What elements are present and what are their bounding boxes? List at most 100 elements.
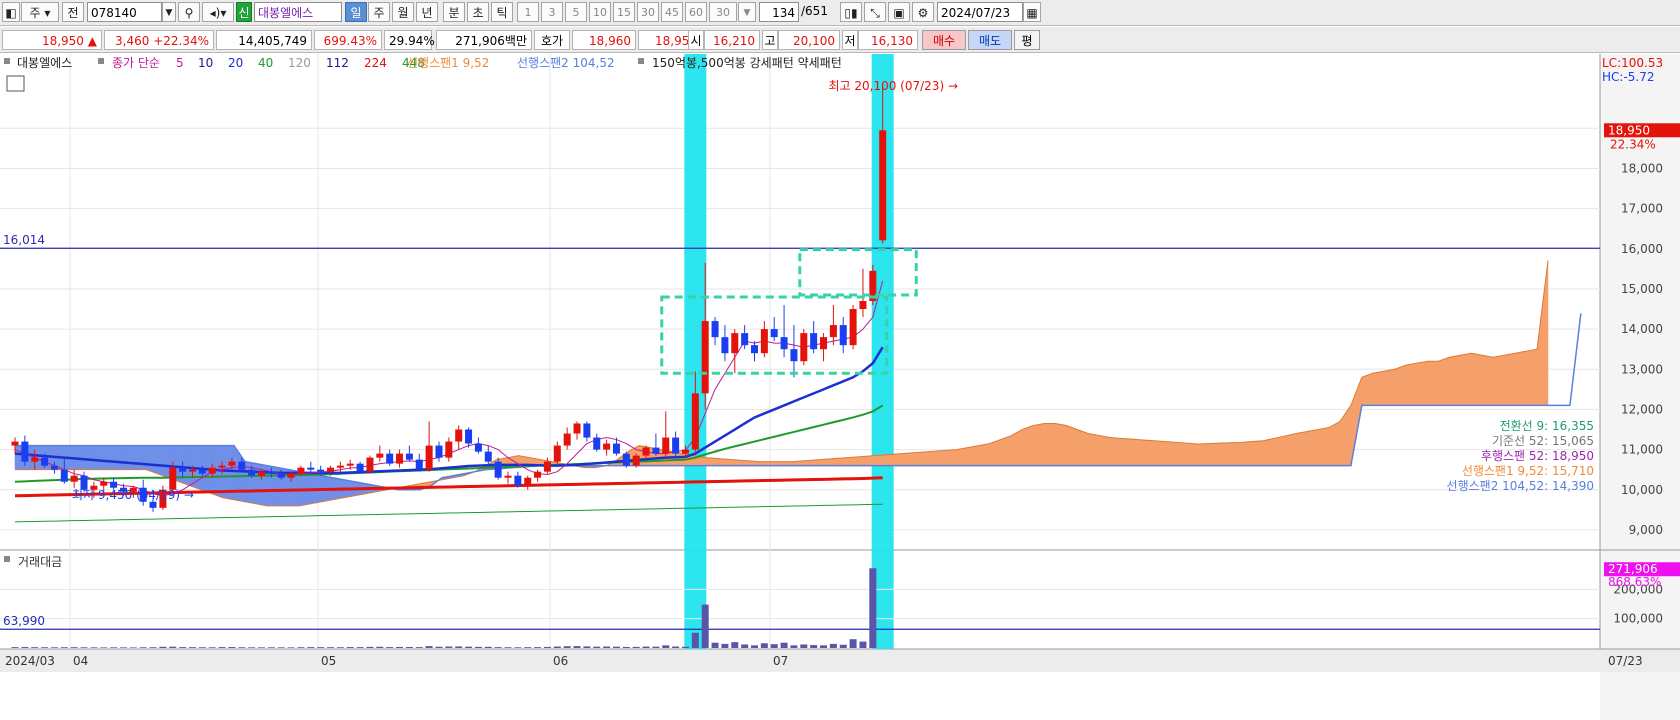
candle-body — [662, 437, 670, 454]
sell-button[interactable]: 매도 — [968, 30, 1012, 50]
volume-tick-label: 100,000 — [1613, 612, 1663, 626]
candle-body — [622, 453, 630, 466]
legend-bullet-icon — [4, 556, 10, 562]
candle-body — [287, 473, 295, 478]
period-day[interactable]: 일 — [345, 2, 367, 22]
interval-45[interactable]: 45 — [661, 2, 683, 22]
volume-bar — [652, 646, 660, 648]
save-icon[interactable]: ▣ — [888, 2, 910, 22]
cloud-segment — [1284, 433, 1297, 466]
code-dropdown-icon[interactable]: ▼ — [162, 2, 176, 22]
volume-bar — [297, 647, 305, 648]
candle-body — [327, 467, 335, 472]
interval-60[interactable]: 60 — [685, 2, 707, 22]
period-month[interactable]: 월 — [392, 2, 414, 22]
interval-input[interactable]: 30 — [709, 2, 737, 22]
panel-toggle-icon[interactable]: ◧ — [2, 2, 20, 22]
interval-5[interactable]: 5 — [565, 2, 587, 22]
volume-bar — [800, 644, 808, 648]
volume-bar — [553, 646, 561, 648]
period-minute[interactable]: 분 — [443, 2, 465, 22]
chart-canvas[interactable]: 9,000 10,000 11,000 12,000 13,000 14,000 15,00… — [0, 54, 1680, 720]
gear-icon[interactable]: ⚙ — [912, 2, 934, 22]
candle-body — [543, 461, 551, 472]
interval-10[interactable]: 10 — [589, 2, 611, 22]
buy-button[interactable]: 매수 — [922, 30, 966, 50]
cloud-segment — [1098, 435, 1111, 466]
x-tick-label: 2024/03 — [5, 654, 55, 668]
volume-bar — [573, 646, 581, 648]
ask-price: 18,960 — [572, 30, 636, 50]
date-input[interactable]: 2024/07/23 — [937, 2, 1023, 22]
candle-body — [179, 467, 187, 472]
stock-name-field[interactable]: 대봉엘에스 — [254, 2, 342, 22]
interval-15[interactable]: 15 — [613, 2, 635, 22]
volume-bar — [455, 646, 463, 648]
hoga-label: 호가 — [534, 30, 570, 50]
low-price: 16,130 — [858, 30, 918, 50]
grid-toggle-icon — [6, 75, 25, 92]
span2-legend: 선행스팬2 104,52 — [517, 55, 615, 70]
count-input[interactable]: 134 — [759, 2, 799, 22]
candle-body — [50, 465, 58, 470]
volume-bar — [267, 647, 275, 648]
volume-bar — [810, 645, 818, 648]
cloud-segment — [1197, 443, 1209, 466]
volume-bar — [869, 568, 877, 648]
candle-body — [504, 475, 512, 478]
candle-body — [672, 437, 680, 454]
cloud-segment — [934, 450, 946, 466]
chart-title: 대봉엘에스 — [17, 56, 72, 70]
candle-body — [455, 429, 463, 442]
draw-tool-icon[interactable]: ⤡ — [864, 2, 886, 22]
stock-code-input[interactable]: 078140 — [87, 2, 162, 22]
cloud-segment — [1449, 354, 1461, 406]
legend-bullet-icon — [98, 58, 104, 64]
interval-dropdown-icon[interactable]: ▼ — [738, 2, 756, 22]
y-tick-label: 10,000 — [1621, 483, 1663, 497]
interval-30[interactable]: 30 — [637, 2, 659, 22]
cloud-segment — [1044, 423, 1056, 466]
candle-body — [563, 433, 571, 446]
cloud-segment — [1383, 368, 1395, 406]
search-icon[interactable]: ⚲ — [178, 2, 200, 22]
period-week[interactable]: 주 — [368, 2, 390, 22]
candle-body — [494, 461, 502, 478]
sound-icon[interactable]: ◂)▾ — [202, 2, 234, 22]
candle-body — [100, 481, 108, 486]
avg-button[interactable]: 평 — [1014, 30, 1040, 50]
candle-body — [593, 437, 601, 450]
volume-title: 거래대금 — [18, 555, 62, 569]
scope-button[interactable]: 전 — [62, 2, 84, 22]
candle-type-icon[interactable]: ▯▮ — [840, 2, 862, 22]
ma-legend-period: 10 — [198, 56, 213, 70]
volume-bar — [415, 647, 423, 648]
period-year[interactable]: 년 — [416, 2, 438, 22]
x-tick-label: 06 — [553, 654, 568, 668]
cloud-segment — [1219, 442, 1231, 466]
candle-body — [780, 337, 788, 350]
open-price: 16,210 — [704, 30, 760, 50]
calendar-icon[interactable]: ▦ — [1023, 2, 1041, 22]
mode-select[interactable]: 주 ▾ — [21, 2, 59, 22]
volume-bar — [859, 641, 867, 648]
candle-body — [484, 451, 492, 462]
ref-line-label: 16,014 — [3, 233, 45, 247]
interval-3[interactable]: 3 — [541, 2, 563, 22]
volume-bar — [327, 647, 335, 648]
cloud-segment — [956, 447, 968, 466]
volume-bar — [672, 646, 680, 648]
volume-bar — [169, 646, 177, 648]
quote-bar: 18,950 ▲ 3,460 +22.34% 14,405,749 699.43… — [0, 27, 1680, 53]
volume-bar — [248, 647, 256, 648]
x-tick-label: 07/23 — [1608, 654, 1643, 668]
cloud-segment — [1208, 442, 1220, 466]
volume-bar — [21, 647, 29, 648]
period-second[interactable]: 초 — [467, 2, 489, 22]
cloud-segment — [1186, 442, 1198, 466]
candle-body — [169, 467, 177, 490]
volume-bar — [820, 645, 828, 648]
current-price: 18,950 ▲ — [2, 30, 102, 50]
interval-1[interactable]: 1 — [517, 2, 539, 22]
period-tick[interactable]: 틱 — [491, 2, 513, 22]
